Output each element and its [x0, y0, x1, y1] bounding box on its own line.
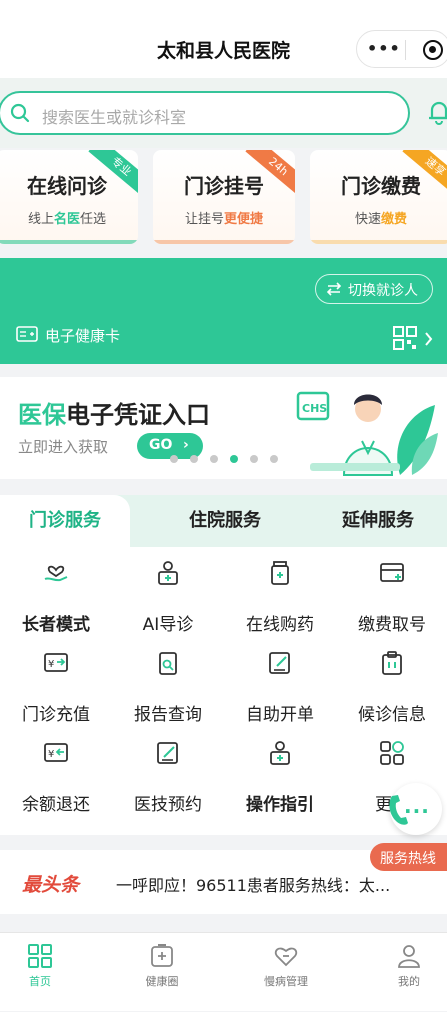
bottom-tab-bar: 首页 健康圈 慢病管理 我的: [0, 932, 447, 1011]
service-report-query[interactable]: 报告查询: [112, 637, 224, 727]
svg-text:¥: ¥: [48, 659, 54, 670]
guide-icon: [270, 741, 290, 765]
service-waiting-info[interactable]: 候诊信息: [336, 637, 447, 727]
tab-outpatient[interactable]: 门诊服务: [0, 495, 130, 547]
capsule-divider: [405, 40, 406, 60]
quick-service-cards: 专业 在线问诊 线上名医任选 24h 门诊挂号 让挂号更便捷 速享 门诊缴费 快…: [0, 148, 447, 248]
e-health-card-label[interactable]: 电子健康卡: [16, 325, 120, 347]
carousel-dot[interactable]: [190, 455, 198, 463]
svg-text:CHS: CHS: [302, 402, 327, 415]
health-card-panel[interactable]: 切换就诊人 电子健康卡: [0, 258, 447, 364]
card-accent-bar: [153, 240, 295, 244]
card-accent-bar: [310, 240, 447, 244]
svg-text:¥: ¥: [48, 749, 54, 760]
qr-code-icon[interactable]: [393, 326, 435, 352]
hotline-chat-button[interactable]: ···: [389, 783, 442, 835]
card-subtitle: 快速缴费: [354, 212, 408, 227]
switch-patient-button[interactable]: 切换就诊人: [315, 274, 433, 304]
more-options-button[interactable]: •••: [367, 39, 401, 58]
services-panel: 门诊服务 住院服务 延伸服务 长者模式 AI导诊 在线购药 缴费取号 ¥ 门诊充…: [0, 495, 447, 835]
tab-profile[interactable]: 我的: [353, 933, 447, 1012]
tab-home[interactable]: 首页: [0, 933, 96, 1012]
appointment-icon: [157, 742, 178, 764]
headline-text[interactable]: 一呼即应！96511患者服务热线：太...: [116, 872, 442, 896]
card-title: 门诊缴费: [341, 174, 421, 198]
refund-icon: ¥: [44, 743, 68, 762]
tab-inpatient[interactable]: 住院服务: [150, 495, 300, 547]
card-title: 在线问诊: [27, 174, 107, 198]
recharge-icon: ¥: [44, 653, 68, 672]
edit-order-icon: [269, 652, 290, 674]
carousel-dot-active[interactable]: [230, 455, 238, 463]
app-header: 太和县人民医院 •••: [0, 0, 447, 78]
carousel-dot[interactable]: [210, 455, 218, 463]
switch-arrows-icon: [326, 282, 342, 296]
service-buy-medicine[interactable]: 在线购药: [224, 547, 336, 637]
chat-dots-icon: ···: [404, 799, 430, 823]
banner-title: 医保电子凭证入口: [18, 401, 210, 429]
online-consult-card[interactable]: 专业 在线问诊 线上名医任选: [0, 150, 138, 244]
search-placeholder: 搜索医生或就诊科室: [42, 108, 187, 127]
service-tabs: 门诊服务 住院服务 延伸服务: [0, 495, 447, 547]
service-tech-appointment[interactable]: 医技预约: [112, 727, 224, 817]
search-input[interactable]: 搜索医生或就诊科室: [0, 91, 410, 135]
tab-chronic-care[interactable]: 慢病管理: [230, 933, 342, 1012]
carousel-dot[interactable]: [270, 455, 278, 463]
report-search-icon: [159, 652, 177, 675]
banner-subtitle: 立即进入获取: [18, 438, 109, 456]
chronic-care-icon: [274, 947, 298, 967]
ai-guide-icon: [158, 561, 178, 585]
elder-care-icon: [44, 565, 68, 582]
home-grid-icon: [28, 944, 52, 968]
health-card-icon: [16, 326, 38, 342]
search-icon: [10, 103, 30, 123]
service-guide[interactable]: 操作指引: [224, 727, 336, 817]
card-subtitle: 让挂号更便捷: [184, 212, 264, 227]
headline-logo: 最头条: [22, 874, 80, 896]
registration-card[interactable]: 24h 门诊挂号 让挂号更便捷: [153, 150, 295, 244]
carousel-dot[interactable]: [250, 455, 258, 463]
user-icon: [398, 945, 420, 968]
close-target-icon[interactable]: [423, 40, 443, 60]
service-pay-ticket[interactable]: 缴费取号: [336, 547, 447, 637]
search-row: 搜索医生或就诊科室: [0, 78, 447, 148]
card-title: 门诊挂号: [184, 174, 264, 198]
doctor-illustration: CHS: [296, 391, 438, 476]
switch-patient-label: 切换就诊人: [348, 283, 418, 299]
service-elder-mode[interactable]: 长者模式: [0, 547, 112, 637]
tab-health-circle[interactable]: 健康圈: [106, 933, 218, 1012]
card-accent-bar: [0, 240, 138, 244]
mini-program-capsule: •••: [356, 30, 447, 68]
payment-card[interactable]: 速享 门诊缴费 快速缴费: [310, 150, 447, 244]
notification-bell-icon[interactable]: [424, 97, 447, 127]
go-arrow-icon: ›: [183, 437, 189, 453]
service-self-order[interactable]: 自助开单: [224, 637, 336, 727]
carousel-dot[interactable]: [170, 455, 178, 463]
service-balance-refund[interactable]: ¥ 余额退还: [0, 727, 112, 817]
more-grid-icon: [380, 741, 404, 765]
service-recharge[interactable]: ¥ 门诊充值: [0, 637, 112, 727]
health-circle-icon: [151, 944, 173, 967]
medical-insurance-banner[interactable]: 医保电子凭证入口 立即进入获取 GO › CHS: [0, 377, 447, 479]
card-subtitle: 线上名医任选: [27, 212, 107, 227]
medicine-icon: [271, 561, 289, 585]
waiting-info-icon: [382, 651, 402, 675]
tab-extended[interactable]: 延伸服务: [303, 495, 447, 547]
service-ai-guide[interactable]: AI导诊: [112, 547, 224, 637]
service-hotline-tag[interactable]: 服务热线: [370, 843, 447, 871]
payment-card-icon: [380, 563, 404, 582]
